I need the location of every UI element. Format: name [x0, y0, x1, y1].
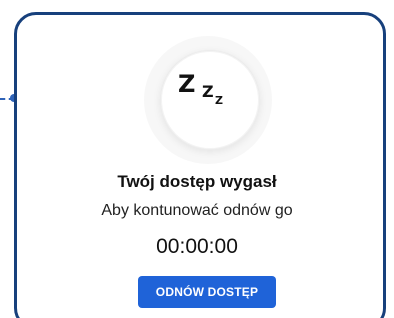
countdown-timer: 00:00:00	[156, 235, 238, 258]
zzz-medium-letter: Z	[202, 82, 214, 101]
renew-access-button[interactable]: ODNÓW DOSTĘP	[138, 276, 276, 308]
expired-title: Twój dostęp wygasł	[117, 172, 277, 191]
sleep-zzz-icon: Z Z Z	[178, 70, 240, 126]
access-expired-screen: Z Z Z Twój dostęp wygasł Aby kontunować …	[0, 0, 394, 318]
zzz-small-letter: Z	[215, 94, 223, 107]
zzz-large-letter: Z	[178, 70, 196, 98]
expired-subtitle: Aby kontunować odnów go	[101, 202, 293, 219]
